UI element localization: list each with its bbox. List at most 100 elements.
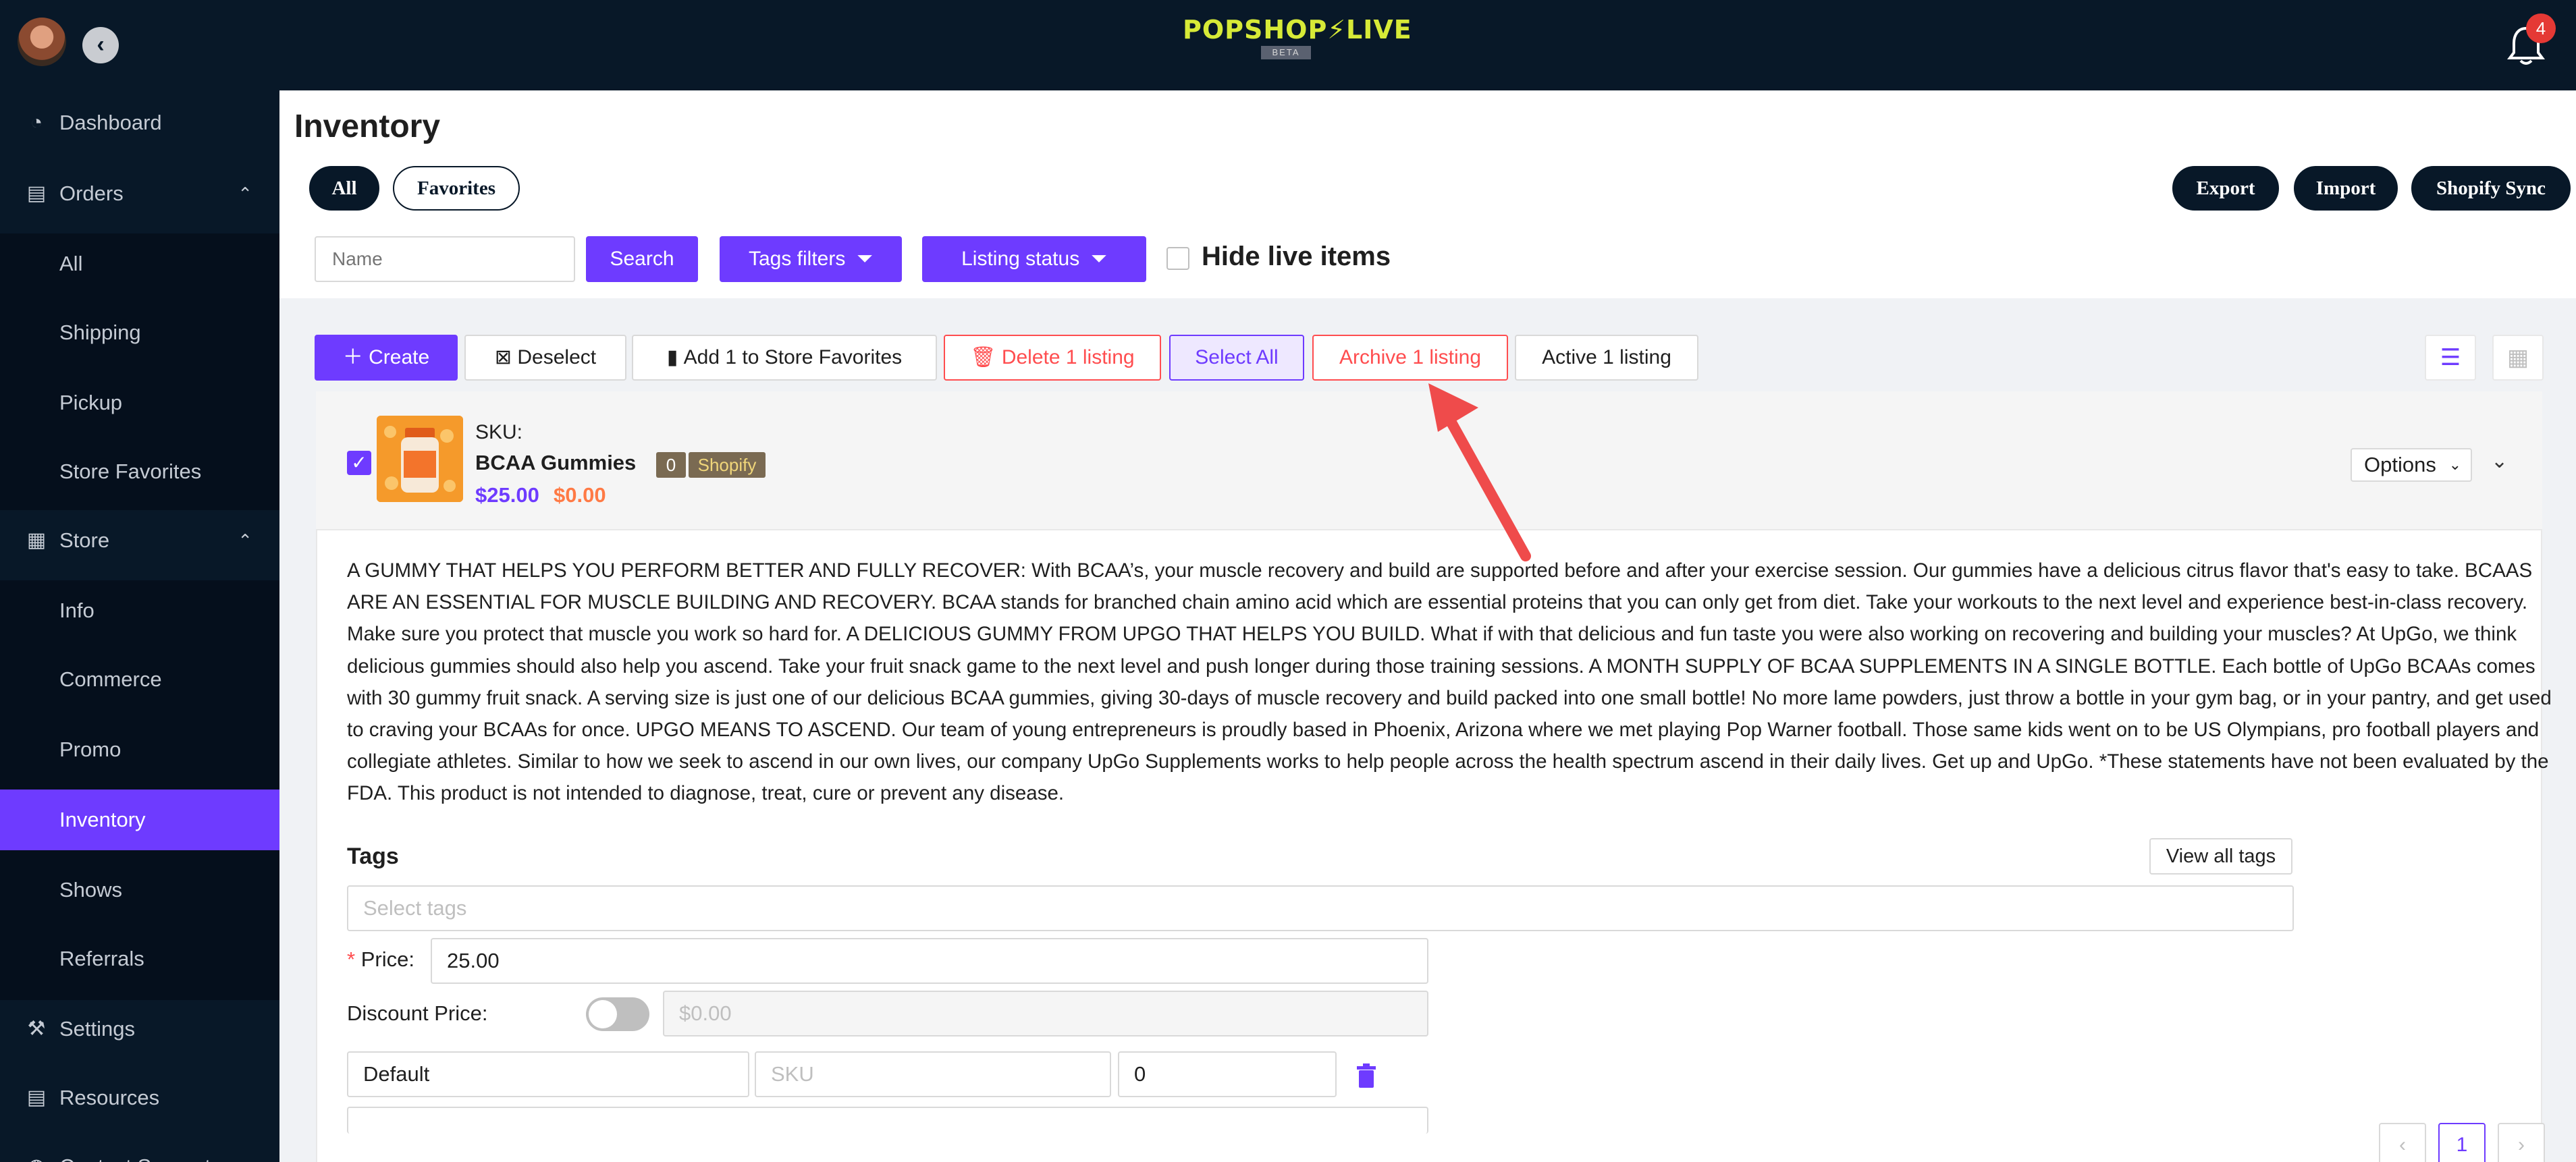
- discount-label-text: Discount Price: [347, 1001, 482, 1025]
- sidebar-item-shipping[interactable]: Shipping: [0, 302, 279, 363]
- app-logo: POPSHOP⚡LIVE: [1183, 15, 1412, 45]
- name-search-input[interactable]: [315, 236, 575, 282]
- options-label: Options: [2364, 453, 2436, 476]
- dashboard-icon: ◔: [30, 111, 43, 134]
- discount-price-input: $0.00: [663, 991, 1428, 1036]
- chevron-up-icon: ⌃: [238, 184, 252, 204]
- close-square-icon: ⊠: [494, 346, 518, 368]
- expand-chevron-icon[interactable]: ⌄: [2491, 449, 2508, 473]
- create-label: Create: [369, 346, 430, 368]
- sidebar-item-label: Referrals: [59, 947, 144, 970]
- variant-sku-input[interactable]: SKU: [755, 1051, 1111, 1097]
- trash-icon: 🗑: [970, 346, 1002, 368]
- orders-icon: ▤: [26, 182, 47, 204]
- sidebar: ◔ Dashboard ▤ Orders ⌃ All Shipping Pick…: [0, 90, 279, 1162]
- view-all-tags-button[interactable]: View all tags: [2149, 838, 2292, 875]
- sidebar-item-shows[interactable]: Shows: [0, 860, 279, 920]
- chevron-up-icon: ⌃: [238, 530, 252, 551]
- sidebar-item-label: Shows: [59, 878, 123, 902]
- price-input[interactable]: 25.00: [431, 938, 1428, 984]
- deselect-label: Deselect: [517, 346, 597, 368]
- sidebar-item-resources[interactable]: ▤ Resources: [0, 1068, 279, 1128]
- discount-price-label: Discount Price:: [347, 1001, 488, 1025]
- sidebar-item-promo[interactable]: Promo: [0, 719, 279, 780]
- sidebar-item-commerce[interactable]: Commerce: [0, 649, 279, 710]
- hide-live-items-label: Hide live items: [1202, 242, 1391, 271]
- next-page-icon[interactable]: ›: [2498, 1123, 2545, 1162]
- price-label: * Price:: [347, 947, 414, 971]
- plus-icon: ＋: [342, 346, 369, 368]
- sidebar-item-label: Contact Support: [59, 1136, 211, 1162]
- sidebar-item-info[interactable]: Info: [0, 580, 279, 641]
- tab-favorites[interactable]: Favorites: [393, 166, 520, 211]
- list-view-icon[interactable]: ☰: [2425, 335, 2476, 381]
- annotation-arrow-icon: [1428, 383, 1531, 561]
- tab-all[interactable]: All: [309, 166, 379, 211]
- notification-count-badge: 4: [2526, 13, 2556, 43]
- active-listing-button[interactable]: Active 1 listing: [1515, 335, 1698, 381]
- delete-label: Delete 1 listing: [1001, 346, 1135, 368]
- avatar[interactable]: [18, 18, 66, 66]
- product-discount-price: $0.00: [554, 483, 606, 507]
- archive-listing-button[interactable]: Archive 1 listing: [1312, 335, 1508, 381]
- export-button[interactable]: Export: [2172, 166, 2279, 211]
- shopify-sync-button[interactable]: Shopify Sync: [2411, 166, 2571, 211]
- sidebar-item-referrals[interactable]: Referrals: [0, 929, 279, 989]
- tags-select[interactable]: Select tags: [347, 885, 2294, 931]
- sidebar-item-orders-all[interactable]: All: [0, 233, 279, 294]
- deselect-button[interactable]: ⊠ Deselect: [464, 335, 626, 381]
- sidebar-item-dashboard[interactable]: ◔ Dashboard: [0, 92, 279, 153]
- sidebar-item-support[interactable]: ◍ Contact Support: [0, 1136, 279, 1162]
- page-title: Inventory: [294, 109, 441, 144]
- create-button[interactable]: ＋ Create: [315, 335, 458, 381]
- select-all-button[interactable]: Select All: [1169, 335, 1304, 381]
- resources-icon: ▤: [26, 1086, 47, 1109]
- sidebar-item-label: Commerce: [59, 667, 162, 691]
- sidebar-item-label: Orders: [59, 182, 124, 205]
- trash-icon[interactable]: [1354, 1062, 1378, 1089]
- store-icon: ▦: [26, 529, 47, 551]
- add-favorites-label: Add 1 to Store Favorites: [683, 346, 903, 368]
- sidebar-item-label: Promo: [59, 738, 122, 761]
- prev-page-icon[interactable]: ‹: [2379, 1123, 2426, 1162]
- tags-filters-label: Tags filters: [748, 248, 846, 270]
- sidebar-item-label: Resources: [59, 1086, 160, 1109]
- filter-icon: ⏷: [1085, 248, 1107, 270]
- listing-checkbox[interactable]: ✓: [347, 451, 371, 475]
- sidebar-item-orders[interactable]: ▤ Orders ⌃: [0, 163, 279, 224]
- collapse-sidebar-button[interactable]: ‹: [82, 27, 119, 63]
- tags-filters-button[interactable]: Tags filters ⏷: [720, 236, 902, 282]
- product-description: A GUMMY THAT HELPS YOU PERFORM BETTER AN…: [347, 559, 2552, 805]
- sidebar-item-label: Settings: [59, 1017, 136, 1041]
- sku-label: SKU:: [475, 421, 523, 443]
- sidebar-item-store-favorites[interactable]: Store Favorites: [0, 441, 279, 502]
- sidebar-item-label: Shipping: [59, 321, 141, 344]
- tags-heading: Tags: [347, 843, 399, 869]
- hide-live-items-checkbox[interactable]: [1166, 247, 1189, 270]
- sidebar-item-label: Dashboard: [59, 111, 162, 134]
- add-to-favorites-button[interactable]: ▮ Add 1 to Store Favorites: [632, 335, 937, 381]
- sidebar-item-label: Pickup: [59, 391, 123, 414]
- listing-status-button[interactable]: Listing status ⏷: [922, 236, 1146, 282]
- sidebar-item-store[interactable]: ▦ Store ⌃: [0, 510, 279, 571]
- variant-name-input[interactable]: Default: [347, 1051, 749, 1097]
- sidebar-item-label: All: [59, 252, 83, 275]
- count-badge: 0: [656, 452, 686, 478]
- delete-listing-button[interactable]: 🗑 Delete 1 listing: [944, 335, 1161, 381]
- discount-toggle[interactable]: [586, 997, 649, 1031]
- sidebar-item-inventory[interactable]: Inventory: [0, 790, 279, 850]
- grid-view-icon[interactable]: ▦: [2492, 335, 2544, 381]
- sidebar-item-label: Inventory: [59, 808, 146, 831]
- next-variant-row: [347, 1107, 1428, 1134]
- settings-icon: ⚒: [27, 1018, 46, 1040]
- search-button[interactable]: Search: [586, 236, 698, 282]
- support-icon: ◍: [24, 1136, 49, 1162]
- options-dropdown[interactable]: Options ⌄: [2351, 448, 2472, 482]
- variant-quantity-input[interactable]: 0: [1118, 1051, 1337, 1097]
- filter-icon: ⏷: [851, 248, 874, 270]
- import-button[interactable]: Import: [2294, 166, 2398, 211]
- product-price: $25.00: [475, 483, 539, 507]
- sidebar-item-pickup[interactable]: Pickup: [0, 372, 279, 433]
- sidebar-item-settings[interactable]: ⚒ Settings: [0, 999, 279, 1059]
- page-1-button[interactable]: 1: [2438, 1123, 2486, 1162]
